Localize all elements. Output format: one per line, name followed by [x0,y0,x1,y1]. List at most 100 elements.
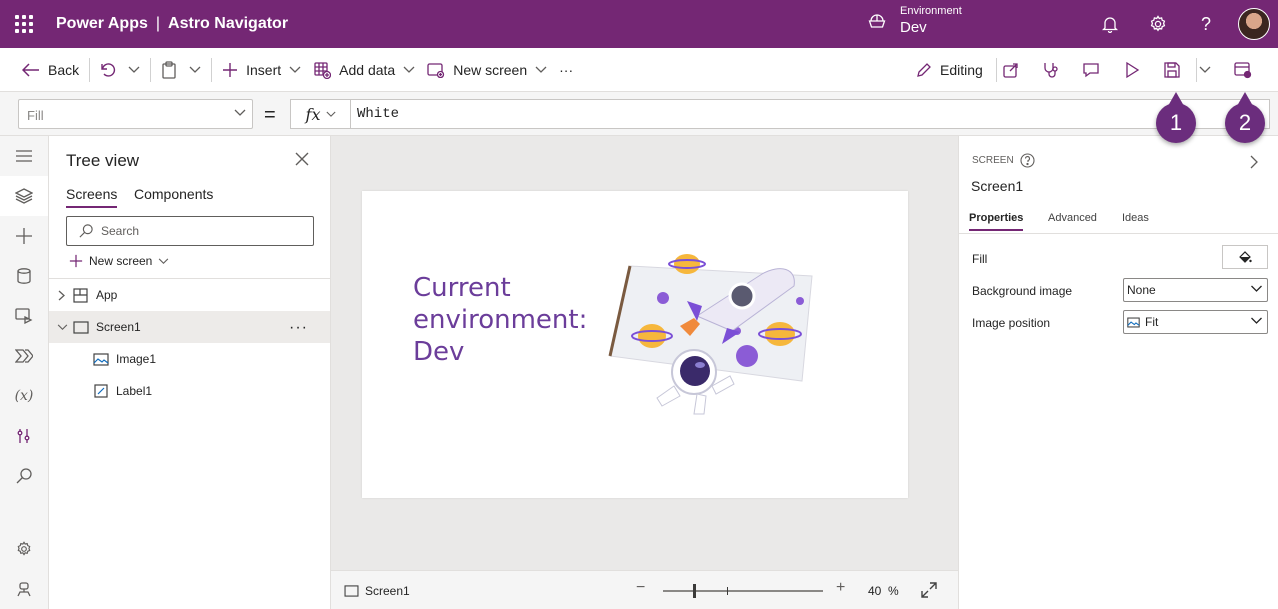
chevron-down-icon [57,323,68,330]
image-position-dropdown[interactable]: Fit [1123,310,1268,334]
data-icon[interactable] [0,256,48,296]
screen1-canvas[interactable]: Current environment: Dev [362,191,908,498]
undo-button[interactable] [94,54,122,86]
status-bar: Screen1 − + 40 % [331,570,958,609]
app-icon [73,287,88,303]
divider [211,57,213,82]
share-button[interactable] [1002,54,1020,86]
insert-icon[interactable] [0,216,48,256]
more-button[interactable]: ··· [553,54,579,86]
new-screen-button[interactable]: New screen [421,54,553,86]
paste-button[interactable] [155,54,183,86]
environment-picker[interactable]: Environment Dev [868,4,962,38]
node-label: Screen1 [96,320,141,334]
play-button[interactable] [1124,54,1140,86]
screen-selector[interactable]: Screen1 [344,584,410,598]
fx-icon: fx [305,104,321,124]
editing-label: Editing [940,62,983,78]
chevron-down-icon [535,66,547,73]
tree-new-screen-button[interactable]: New screen [69,254,169,268]
tree-node-image1[interactable]: Image1 [49,343,330,375]
save-dropdown[interactable] [1199,54,1211,86]
search-icon[interactable] [0,456,48,496]
settings-icon[interactable] [0,529,48,569]
callout-2: 2 [1225,92,1265,143]
fill-color-picker[interactable] [1222,245,1268,269]
tab-advanced[interactable]: Advanced [1048,212,1097,224]
property-value: Fill [27,108,44,123]
background-image-label: Background image [972,284,1073,298]
zoom-in-button[interactable]: + [836,579,845,597]
add-data-button[interactable]: Add data [307,54,421,86]
image-icon [93,352,109,366]
tab-properties[interactable]: Properties [969,212,1024,231]
chevron-down-icon [1199,66,1211,73]
tree-node-label1[interactable]: Label1 [49,375,330,407]
chevron-right-icon[interactable] [1250,155,1258,169]
control-type-label: SCREEN [972,155,1014,166]
dropdown-value: None [1127,283,1156,297]
paste-dropdown[interactable] [183,54,207,86]
tab-ideas[interactable]: Ideas [1122,212,1149,224]
chevron-down-icon [234,109,246,116]
function-button[interactable]: fx [290,99,351,129]
gear-icon[interactable] [1146,12,1170,36]
comments-button[interactable] [1082,54,1100,86]
node-label: Label1 [116,384,153,398]
tree-search-input[interactable]: Search [66,216,314,246]
zoom-slider[interactable] [663,584,823,598]
back-button[interactable]: Back [16,54,85,86]
editing-button[interactable]: Editing [910,54,989,86]
close-icon[interactable] [295,152,309,166]
image-position-label: Image position [972,316,1051,330]
chevron-down-icon [289,66,301,73]
waffle-icon[interactable] [0,0,48,48]
arrow-left-icon [22,62,39,77]
label-line: environment: [413,305,588,335]
image1-astronaut-illustration[interactable] [602,246,827,421]
advanced-tools-icon[interactable] [0,416,48,456]
insert-button[interactable]: Insert [216,54,307,86]
back-label: Back [48,61,80,78]
tree-node-screen1[interactable]: Screen1 ··· [49,311,330,343]
canvas-area: Current environment: Dev [331,136,958,570]
control-name: Screen1 [971,178,1024,194]
chevron-down-icon [403,66,415,73]
power-automate-icon[interactable] [0,336,48,376]
hamburger-icon[interactable] [0,136,48,176]
property-dropdown[interactable]: Fill [18,99,253,129]
tab-screens[interactable]: Screens [66,186,118,208]
slider-tick [727,587,728,595]
fit-to-window-icon[interactable] [921,582,937,598]
divider [996,58,997,82]
formula-input[interactable]: White [350,99,1270,129]
slider-thumb[interactable] [693,584,696,598]
avatar[interactable] [1238,8,1270,40]
media-icon[interactable] [0,296,48,336]
node-label: Image1 [116,352,157,366]
background-image-dropdown[interactable]: None [1123,278,1268,302]
zoom-out-button[interactable]: − [636,579,645,597]
virtual-agent-icon[interactable] [0,569,48,609]
help-icon[interactable]: ? [1194,12,1218,36]
variables-icon[interactable]: (x) [0,376,48,416]
paint-bucket-icon [1239,251,1252,263]
bell-icon[interactable] [1098,12,1122,36]
chevron-down-icon [1251,317,1262,324]
tab-components[interactable]: Components [134,186,213,202]
pencil-icon [917,63,931,77]
help-circle-icon[interactable] [1020,153,1035,168]
new-screen-label: New screen [89,254,153,268]
save-button[interactable] [1163,54,1181,86]
publish-button[interactable] [1234,54,1252,86]
insert-label: Insert [246,61,282,78]
comment-icon [1083,63,1099,78]
app-checker-button[interactable] [1042,54,1060,86]
label1[interactable]: Current environment: Dev [413,272,587,368]
screen-icon [73,320,89,334]
undo-dropdown[interactable] [122,54,146,86]
formula-bar: Fill = fx White [0,92,1278,136]
tree-view-icon[interactable] [0,176,48,216]
tree-node-app[interactable]: App [49,279,330,311]
more-options-icon[interactable]: ··· [289,319,308,337]
